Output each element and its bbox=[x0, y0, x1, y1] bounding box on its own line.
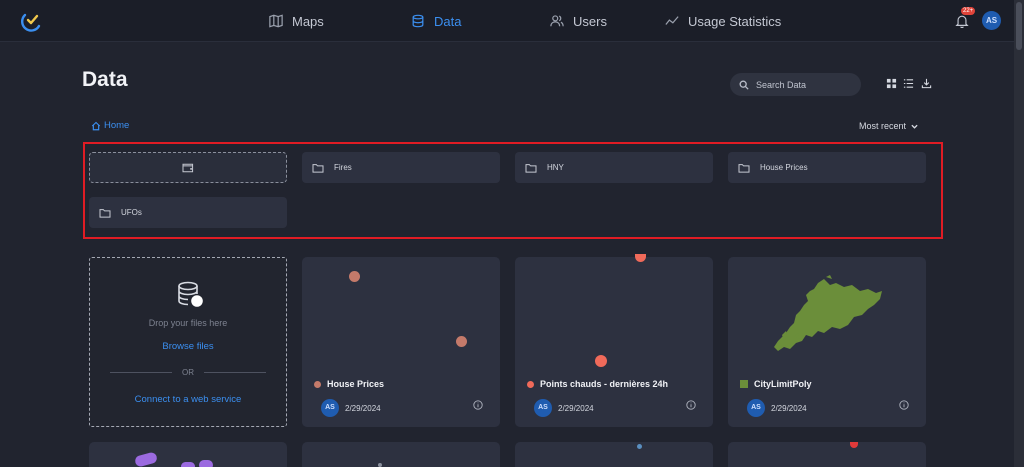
or-divider: OR bbox=[110, 368, 266, 377]
top-navigation-bar: Maps Data Users Usage Statistics 22+ AS bbox=[0, 0, 1014, 42]
map-point bbox=[349, 271, 360, 282]
dataset-card-partial[interactable] bbox=[302, 442, 500, 467]
page-title: Data bbox=[82, 68, 128, 91]
notification-badge: 22+ bbox=[961, 7, 976, 15]
folder-icon bbox=[738, 163, 750, 173]
users-icon bbox=[550, 15, 564, 27]
dataset-title-text: CityLimitPoly bbox=[754, 379, 812, 389]
dataset-title: Points chauds - dernières 24h bbox=[527, 379, 668, 389]
map-point bbox=[378, 463, 382, 467]
dataset-card-partial[interactable] bbox=[728, 442, 926, 467]
breadcrumb[interactable]: Home bbox=[91, 120, 129, 131]
map-shape bbox=[199, 460, 213, 467]
sort-label: Most recent bbox=[859, 121, 907, 131]
nav-maps[interactable]: Maps bbox=[269, 0, 324, 42]
folder-item[interactable]: HNY bbox=[515, 152, 713, 183]
layer-color-swatch bbox=[314, 380, 321, 388]
browse-files-link[interactable]: Browse files bbox=[90, 341, 286, 352]
folder-icon bbox=[99, 208, 111, 218]
dataset-card-citylimitpoly[interactable]: CityLimitPoly AS 2/29/2024 bbox=[728, 257, 926, 427]
search-icon bbox=[739, 80, 749, 90]
nav-data[interactable]: Data bbox=[411, 0, 461, 42]
dataset-card-partial[interactable] bbox=[89, 442, 287, 467]
database-upload-icon bbox=[178, 281, 203, 307]
polygon-preview bbox=[774, 275, 882, 351]
nav-data-label: Data bbox=[434, 13, 462, 29]
user-avatar[interactable]: AS bbox=[982, 11, 1001, 30]
nav-usage-statistics-label: Usage Statistics bbox=[688, 13, 782, 29]
info-icon[interactable] bbox=[686, 400, 696, 410]
database-icon bbox=[412, 14, 424, 28]
search-box[interactable] bbox=[730, 73, 861, 96]
folder-item[interactable]: House Prices bbox=[728, 152, 926, 183]
dataset-title-text: Points chauds - dernières 24h bbox=[540, 379, 669, 389]
owner-avatar: AS bbox=[534, 399, 552, 417]
folder-label: House Prices bbox=[760, 163, 808, 172]
dataset-card-points-chauds[interactable]: Points chauds - dernières 24h AS 2/29/20… bbox=[515, 254, 713, 427]
upload-dropzone[interactable]: Drop your files here Browse files OR Con… bbox=[89, 257, 287, 427]
drop-files-text: Drop your files here bbox=[148, 318, 228, 328]
dataset-card-partial[interactable] bbox=[515, 442, 713, 467]
nav-usage-statistics[interactable]: Usage Statistics bbox=[665, 0, 781, 42]
map-point bbox=[850, 442, 858, 448]
map-shape bbox=[181, 462, 195, 467]
map-point bbox=[595, 355, 607, 367]
map-point bbox=[456, 336, 467, 347]
folder-label: UFOs bbox=[121, 208, 142, 217]
or-text: OR bbox=[182, 368, 194, 377]
download-icon[interactable] bbox=[921, 78, 932, 89]
bell-icon[interactable] bbox=[955, 14, 969, 28]
dataset-title: CityLimitPoly bbox=[740, 379, 812, 389]
app-logo-icon[interactable] bbox=[20, 9, 44, 33]
folder-item[interactable]: Fires bbox=[302, 152, 500, 183]
line-chart-icon bbox=[665, 16, 679, 25]
dataset-date: 2/29/2024 bbox=[558, 404, 594, 413]
folder-label: HNY bbox=[547, 163, 564, 172]
info-icon[interactable] bbox=[473, 400, 483, 410]
dataset-title-text: House Prices bbox=[327, 379, 385, 389]
info-icon[interactable] bbox=[899, 400, 909, 410]
folder-item[interactable]: UFOs bbox=[89, 197, 287, 228]
nav-maps-label: Maps bbox=[292, 13, 324, 29]
dataset-title: House Prices bbox=[314, 379, 384, 389]
owner-avatar: AS bbox=[747, 399, 765, 417]
map-icon bbox=[269, 14, 283, 28]
dataset-date: 2/29/2024 bbox=[345, 404, 381, 413]
add-folder-icon bbox=[182, 163, 194, 172]
nav-users-label: Users bbox=[573, 13, 607, 29]
map-point bbox=[635, 254, 646, 262]
dataset-date: 2/29/2024 bbox=[771, 404, 807, 413]
folder-icon bbox=[525, 163, 537, 173]
owner-avatar: AS bbox=[321, 399, 339, 417]
list-view-icon[interactable] bbox=[903, 78, 914, 89]
nav-users[interactable]: Users bbox=[550, 0, 607, 42]
home-icon bbox=[91, 121, 101, 130]
scrollbar-thumb[interactable] bbox=[1016, 2, 1022, 50]
dataset-card-house-prices[interactable]: House Prices AS 2/29/2024 bbox=[302, 257, 500, 427]
chevron-down-icon bbox=[911, 124, 918, 129]
breadcrumb-home[interactable]: Home bbox=[104, 120, 129, 131]
layer-color-swatch bbox=[740, 380, 748, 388]
map-shape bbox=[133, 451, 159, 467]
folder-icon bbox=[312, 163, 324, 173]
sort-dropdown[interactable]: Most recent bbox=[859, 121, 918, 131]
search-input[interactable] bbox=[756, 79, 856, 90]
connect-web-service-link[interactable]: Connect to a web service bbox=[90, 394, 286, 405]
scrollbar-track[interactable] bbox=[1014, 0, 1024, 467]
grid-view-icon[interactable] bbox=[886, 78, 897, 89]
new-folder-button[interactable] bbox=[89, 152, 287, 183]
layer-color-swatch bbox=[527, 380, 534, 388]
folder-label: Fires bbox=[334, 163, 352, 172]
map-point bbox=[637, 444, 642, 449]
